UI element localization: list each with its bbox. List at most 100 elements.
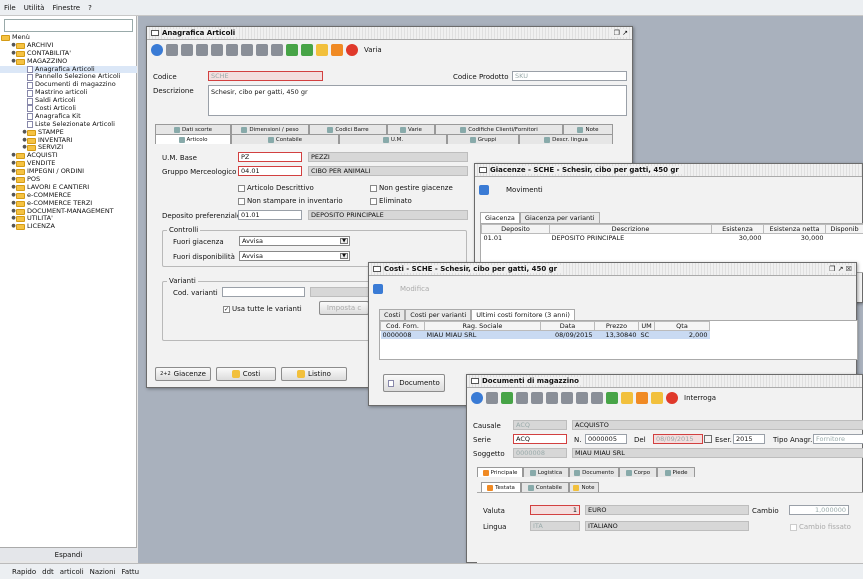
quick-articoli[interactable]: articoli <box>60 568 84 576</box>
arrow-left-icon[interactable] <box>256 44 268 56</box>
chevron-down-icon[interactable]: ▼ <box>340 238 348 244</box>
menu-tree-item[interactable]: Menù <box>0 33 137 42</box>
gruppo-field[interactable]: 04.01 <box>238 166 302 176</box>
refresh-icon[interactable] <box>471 392 483 404</box>
export-icon[interactable] <box>301 44 313 56</box>
listino-button[interactable]: Listino <box>281 367 347 381</box>
tab-costi[interactable]: Costi <box>379 309 406 320</box>
col-qta[interactable]: Qta <box>654 321 710 331</box>
close-icon[interactable] <box>346 44 358 56</box>
chk-non-stampare-inventario[interactable]: Non stampare in inventario <box>238 197 343 205</box>
documenti-title-bar[interactable]: Documenti di magazzino <box>467 375 862 388</box>
tab-giacenza[interactable]: Giacenza <box>480 212 520 223</box>
tab-codifiche-clienti-fornitori[interactable]: Codifiche Clienti/Fornitori <box>435 124 563 134</box>
quick-ddt[interactable]: ddt <box>42 568 54 576</box>
menu-tree-item[interactable]: ● LICENZA <box>0 222 137 231</box>
tab-ultimi-costi-fornitore[interactable]: Ultimi costi fornitore (3 anni) <box>471 309 575 320</box>
close-icon[interactable] <box>666 392 678 404</box>
tab-note[interactable]: Note <box>569 482 599 492</box>
expand-button[interactable]: Espandi <box>0 547 137 561</box>
tab-testata[interactable]: Testata <box>481 482 521 492</box>
tab-note[interactable]: Note <box>563 124 613 134</box>
codice-field[interactable]: SCHE <box>208 71 323 81</box>
col-cod-forn[interactable]: Cod. Forn. <box>380 321 425 331</box>
codice-prodotto-field[interactable]: SKU <box>512 71 627 81</box>
calendar-icon[interactable] <box>704 435 712 443</box>
tipo-anagr-field[interactable]: Fornitore <box>813 434 863 444</box>
tab-gruppi[interactable]: Gruppi <box>447 134 519 144</box>
copy-icon[interactable] <box>501 392 513 404</box>
documento-button[interactable]: Documento <box>383 374 445 392</box>
search-icon[interactable] <box>479 185 489 195</box>
tab-documento[interactable]: Documento <box>569 467 619 477</box>
tab-contabile[interactable]: Contabile <box>521 482 569 492</box>
col-esistenza[interactable]: Esistenza <box>711 224 764 234</box>
col-deposito[interactable]: Deposito <box>481 224 550 234</box>
tab-giacenza-varianti[interactable]: Giacenza per varianti <box>519 212 600 223</box>
esercizio-field[interactable]: 2015 <box>733 434 765 444</box>
menu-utilita[interactable]: Utilità <box>24 4 45 12</box>
delete-icon[interactable] <box>211 44 223 56</box>
serie-field[interactable]: ACQ <box>513 434 567 444</box>
tab-um[interactable]: U.M. <box>339 134 447 144</box>
cod-varianti-field[interactable] <box>222 287 305 297</box>
fuori-giacenza-select[interactable]: Avvisa ▼ <box>239 236 350 246</box>
valuta-field[interactable]: 1 <box>530 505 580 515</box>
checkbox-checked[interactable] <box>223 305 230 313</box>
numero-field[interactable]: 0000005 <box>585 434 627 444</box>
save-icon[interactable] <box>516 392 528 404</box>
costi-title-bar[interactable]: Costi - SCHE - Schesir, cibo per gatti, … <box>369 263 856 276</box>
search-icon[interactable] <box>241 44 253 56</box>
delete-icon[interactable] <box>531 392 543 404</box>
tab-corpo[interactable]: Corpo <box>619 467 657 477</box>
attach-icon[interactable] <box>576 392 588 404</box>
col-data[interactable]: Data <box>540 321 595 331</box>
refresh-icon[interactable] <box>151 44 163 56</box>
edit-icon[interactable] <box>486 392 498 404</box>
col-disponibilita[interactable]: Disponib <box>825 224 863 234</box>
menu-help[interactable]: ? <box>88 4 92 12</box>
arrow-right-icon[interactable] <box>271 44 283 56</box>
search-icon[interactable] <box>561 392 573 404</box>
user-icon[interactable] <box>636 392 648 404</box>
window-controls[interactable]: ❐ ↗ ☒ <box>826 265 852 273</box>
menu-tree-item[interactable]: ● UTILITA' <box>0 215 137 223</box>
checkbox[interactable] <box>238 197 245 205</box>
col-esistenza-netta[interactable]: Esistenza netta <box>763 224 826 234</box>
chevron-down-icon[interactable]: ▼ <box>340 253 348 259</box>
import-icon[interactable] <box>286 44 298 56</box>
tab-codici-barre[interactable]: Codici Barre <box>309 124 387 134</box>
um-base-field[interactable]: PZ <box>238 152 302 162</box>
col-prezzo[interactable]: Prezzo <box>594 321 639 331</box>
copy-icon[interactable] <box>181 44 193 56</box>
table-row[interactable]: 01.01 DEPOSITO PRINCIPALE 30,000 30,000 <box>482 234 863 242</box>
causale-field[interactable]: ACQ <box>513 420 567 430</box>
fuori-disponibilita-select[interactable]: Avvisa ▼ <box>239 251 350 261</box>
checkbox[interactable] <box>238 184 245 192</box>
menu-finestre[interactable]: Finestre <box>52 4 80 12</box>
user-icon[interactable] <box>331 44 343 56</box>
giacenze-button[interactable]: 2+2 Giacenze <box>155 367 211 381</box>
tab-contabile[interactable]: Contabile <box>231 134 339 144</box>
menu-tree-item[interactable]: ● DOCUMENT-MANAGEMENT <box>0 207 137 216</box>
giacenze-title-bar[interactable]: Giacenze - SCHE - Schesir, cibo per gatt… <box>475 164 862 177</box>
quick-rapido[interactable]: Rapido <box>12 568 36 576</box>
quick-nazioni[interactable]: Nazioni <box>90 568 116 576</box>
menu-tree-item[interactable]: ● INVENTARI <box>0 136 137 145</box>
tab-descr-lingua[interactable]: Descr. lingua <box>519 134 613 144</box>
menu-tree-item[interactable]: ● IMPEGNI / ORDINI <box>0 167 137 176</box>
col-um[interactable]: UM <box>638 321 655 331</box>
quick-fattu[interactable]: Fattu <box>121 568 139 576</box>
print-icon[interactable] <box>621 392 633 404</box>
tab-dimensioni-peso[interactable]: Dimensioni / peso <box>231 124 309 134</box>
search-icon[interactable] <box>373 284 383 294</box>
descrizione-field[interactable]: Schesir, cibo per gatti, 450 gr <box>208 85 627 116</box>
tab-dati-scorte[interactable]: Dati scorte <box>155 124 231 134</box>
tab-logistica[interactable]: Logistica <box>523 467 569 477</box>
chk-cambio-fissato[interactable]: Cambio fissato <box>790 523 851 531</box>
star-icon[interactable] <box>651 392 663 404</box>
chk-articolo-descrittivo[interactable]: Articolo Descrittivo <box>238 184 314 192</box>
checkbox[interactable] <box>370 184 377 192</box>
deposito-field[interactable]: 01.01 <box>238 210 302 220</box>
menu-search-input[interactable] <box>4 19 133 32</box>
